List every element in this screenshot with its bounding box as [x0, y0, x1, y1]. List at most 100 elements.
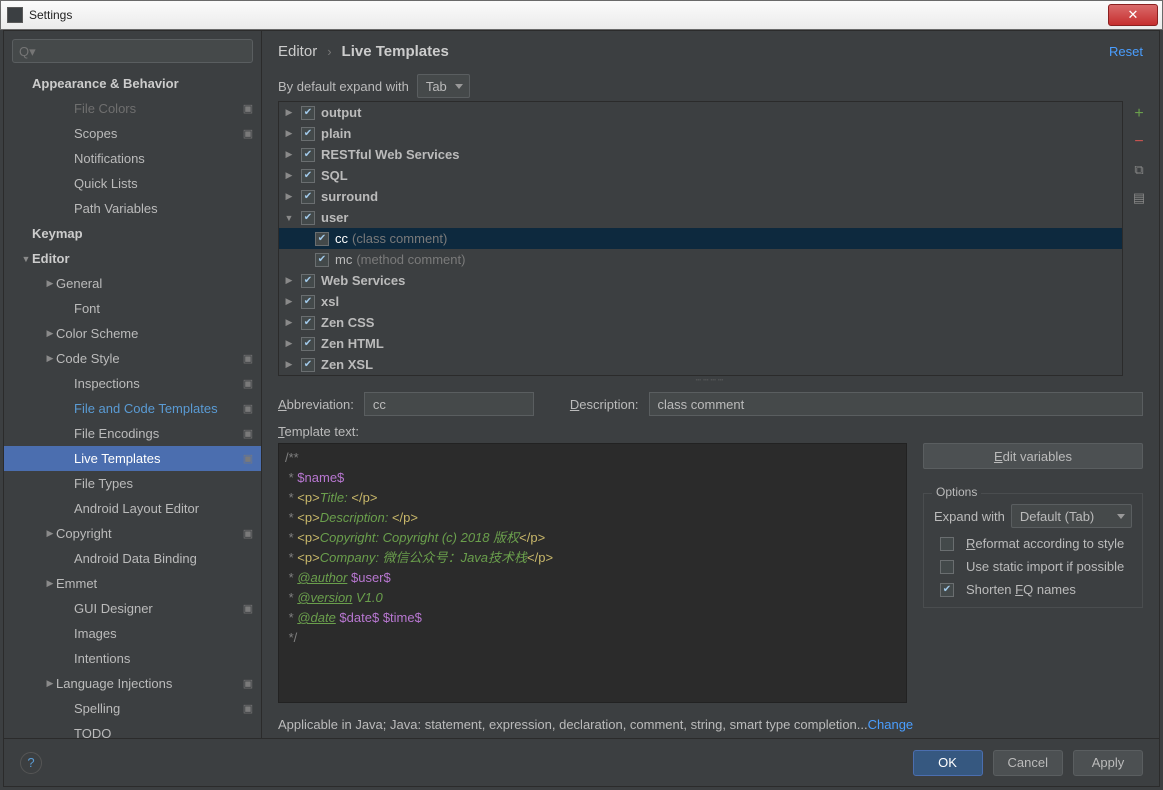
- sidebar-item-notifications[interactable]: Notifications: [4, 146, 261, 171]
- window-close-button[interactable]: ✕: [1108, 4, 1158, 26]
- more-template-button[interactable]: ▤: [1130, 189, 1148, 207]
- template-checkbox[interactable]: [301, 169, 315, 183]
- sidebar-item-file-colors[interactable]: File Colors▣: [4, 96, 261, 121]
- copy-template-button[interactable]: ⧉: [1130, 161, 1148, 179]
- template-group-list[interactable]: ▶output▶plain▶RESTful Web Services▶SQL▶s…: [278, 101, 1123, 376]
- sidebar-item-spelling[interactable]: Spelling▣: [4, 696, 261, 721]
- sidebar-item-scopes[interactable]: Scopes▣: [4, 121, 261, 146]
- template-checkbox[interactable]: [315, 232, 329, 246]
- splitter-grip[interactable]: ┄┄┄┄: [262, 376, 1159, 384]
- template-group-sql[interactable]: ▶SQL: [279, 165, 1122, 186]
- template-item-mc[interactable]: mc(method comment): [279, 249, 1122, 270]
- project-config-icon: ▣: [241, 677, 255, 691]
- project-config-icon: ▣: [241, 602, 255, 616]
- template-group-xsl[interactable]: ▶xsl: [279, 291, 1122, 312]
- sidebar-item-inspections[interactable]: Inspections▣: [4, 371, 261, 396]
- help-button[interactable]: ?: [20, 752, 42, 774]
- sidebar-item-file-and-code-templates[interactable]: File and Code Templates▣: [4, 396, 261, 421]
- remove-template-button[interactable]: −: [1130, 133, 1148, 151]
- expand-with-combo[interactable]: Tab: [417, 74, 470, 98]
- settings-tree[interactable]: Appearance & BehaviorFile Colors▣Scopes▣…: [4, 71, 261, 738]
- sidebar-item-file-encodings[interactable]: File Encodings▣: [4, 421, 261, 446]
- breadcrumb: Editor › Live Templates Reset: [262, 31, 1159, 71]
- sidebar-item-gui-designer[interactable]: GUI Designer▣: [4, 596, 261, 621]
- template-group-output[interactable]: ▶output: [279, 102, 1122, 123]
- expand-with-opt-combo[interactable]: Default (Tab): [1011, 504, 1132, 528]
- options-panel: Options Expand with Default (Tab) Reform…: [923, 493, 1143, 608]
- template-group-zen-css[interactable]: ▶Zen CSS: [279, 312, 1122, 333]
- expand-with-opt-label: Expand with: [934, 509, 1005, 524]
- template-checkbox[interactable]: [301, 148, 315, 162]
- settings-dialog: Appearance & BehaviorFile Colors▣Scopes▣…: [3, 30, 1160, 787]
- sidebar-item-editor[interactable]: ▼Editor: [4, 246, 261, 271]
- ok-button[interactable]: OK: [913, 750, 983, 776]
- abbreviation-label: Abbreviation:: [278, 397, 354, 412]
- project-config-icon: ▣: [241, 427, 255, 441]
- project-config-icon: ▣: [241, 377, 255, 391]
- project-config-icon: ▣: [241, 127, 255, 141]
- template-checkbox[interactable]: [301, 106, 315, 120]
- reset-link[interactable]: Reset: [1109, 44, 1143, 59]
- change-contexts-link[interactable]: Change: [868, 717, 914, 732]
- template-checkbox[interactable]: [301, 190, 315, 204]
- template-checkbox[interactable]: [301, 337, 315, 351]
- shorten-fq-label: Shorten FQ names: [966, 582, 1076, 597]
- template-group-zen-xsl[interactable]: ▶Zen XSL: [279, 354, 1122, 375]
- description-input[interactable]: [649, 392, 1143, 416]
- sidebar-item-keymap[interactable]: Keymap: [4, 221, 261, 246]
- project-config-icon: ▣: [241, 452, 255, 466]
- add-template-button[interactable]: +: [1130, 105, 1148, 123]
- applicable-contexts: Applicable in Java; Java: statement, exp…: [262, 711, 1159, 738]
- template-text-label: Template text:: [278, 424, 359, 439]
- sidebar-item-live-templates[interactable]: Live Templates▣: [4, 446, 261, 471]
- template-group-web-services[interactable]: ▶Web Services: [279, 270, 1122, 291]
- project-config-icon: ▣: [241, 702, 255, 716]
- sidebar-item-color-scheme[interactable]: ▶Color Scheme: [4, 321, 261, 346]
- apply-button[interactable]: Apply: [1073, 750, 1143, 776]
- reformat-checkbox[interactable]: [940, 537, 954, 551]
- sidebar-item-appearance-&-behavior[interactable]: Appearance & Behavior: [4, 71, 261, 96]
- sidebar-item-font[interactable]: Font: [4, 296, 261, 321]
- settings-search-input[interactable]: [12, 39, 253, 63]
- sidebar-item-android-layout-editor[interactable]: Android Layout Editor: [4, 496, 261, 521]
- sidebar-item-emmet[interactable]: ▶Emmet: [4, 571, 261, 596]
- template-group-zen-html[interactable]: ▶Zen HTML: [279, 333, 1122, 354]
- settings-sidebar: Appearance & BehaviorFile Colors▣Scopes▣…: [4, 31, 262, 738]
- edit-variables-button[interactable]: Edit variables: [923, 443, 1143, 469]
- sidebar-item-path-variables[interactable]: Path Variables: [4, 196, 261, 221]
- shorten-fq-checkbox[interactable]: [940, 583, 954, 597]
- template-group-surround[interactable]: ▶surround: [279, 186, 1122, 207]
- static-import-checkbox[interactable]: [940, 560, 954, 574]
- options-title: Options: [932, 485, 981, 499]
- cancel-button[interactable]: Cancel: [993, 750, 1063, 776]
- sidebar-item-android-data-binding[interactable]: Android Data Binding: [4, 546, 261, 571]
- template-item-cc[interactable]: cc(class comment): [279, 228, 1122, 249]
- sidebar-item-copyright[interactable]: ▶Copyright▣: [4, 521, 261, 546]
- template-checkbox[interactable]: [301, 358, 315, 372]
- expand-with-label: By default expand with: [278, 79, 409, 94]
- sidebar-item-general[interactable]: ▶General: [4, 271, 261, 296]
- breadcrumb-sep: ›: [327, 44, 331, 59]
- template-text-editor[interactable]: /** * $name$ * <p>Title: </p> * <p>Descr…: [278, 443, 907, 703]
- template-checkbox[interactable]: [301, 274, 315, 288]
- sidebar-item-code-style[interactable]: ▶Code Style▣: [4, 346, 261, 371]
- sidebar-item-images[interactable]: Images: [4, 621, 261, 646]
- template-group-restful-web-services[interactable]: ▶RESTful Web Services: [279, 144, 1122, 165]
- template-checkbox[interactable]: [301, 211, 315, 225]
- sidebar-item-file-types[interactable]: File Types: [4, 471, 261, 496]
- abbreviation-input[interactable]: [364, 392, 534, 416]
- sidebar-item-todo[interactable]: TODO: [4, 721, 261, 738]
- template-group-user[interactable]: ▼user: [279, 207, 1122, 228]
- sidebar-item-quick-lists[interactable]: Quick Lists: [4, 171, 261, 196]
- sidebar-item-intentions[interactable]: Intentions: [4, 646, 261, 671]
- template-group-plain[interactable]: ▶plain: [279, 123, 1122, 144]
- template-checkbox[interactable]: [301, 127, 315, 141]
- breadcrumb-root[interactable]: Editor: [278, 43, 317, 60]
- project-config-icon: ▣: [241, 402, 255, 416]
- titlebar: Settings ✕: [0, 0, 1163, 30]
- template-checkbox[interactable]: [301, 316, 315, 330]
- template-checkbox[interactable]: [315, 253, 329, 267]
- app-icon: [7, 7, 23, 23]
- sidebar-item-language-injections[interactable]: ▶Language Injections▣: [4, 671, 261, 696]
- template-checkbox[interactable]: [301, 295, 315, 309]
